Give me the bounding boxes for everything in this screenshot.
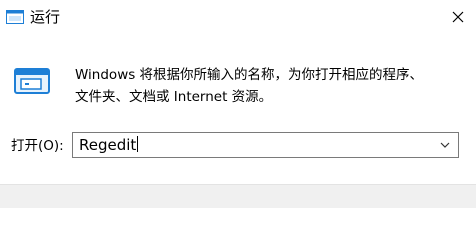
command-value: Regedit xyxy=(79,136,137,154)
command-combobox[interactable]: Regedit xyxy=(72,132,459,158)
dialog-content: Windows 将根据你所输入的名称，为你打开相应的程序、 文件夹、文档或 In… xyxy=(0,34,476,184)
open-label: 打开(O): xyxy=(11,138,64,154)
window-title: 运行 xyxy=(30,8,61,26)
run-app-icon xyxy=(6,10,24,24)
description-text: Windows 将根据你所输入的名称，为你打开相应的程序、 文件夹、文档或 In… xyxy=(75,64,465,108)
chevron-down-icon[interactable] xyxy=(440,141,450,149)
text-caret xyxy=(137,136,139,152)
command-input[interactable]: Regedit xyxy=(79,136,139,154)
title-bar: 运行 xyxy=(0,0,476,34)
description-line-2: 文件夹、文档或 Internet 资源。 xyxy=(75,89,273,105)
description-line-1: Windows 将根据你所输入的名称，为你打开相应的程序、 xyxy=(75,67,424,83)
button-area xyxy=(0,184,476,208)
close-button[interactable] xyxy=(444,4,472,30)
run-program-icon xyxy=(14,68,50,94)
close-icon xyxy=(452,11,464,23)
